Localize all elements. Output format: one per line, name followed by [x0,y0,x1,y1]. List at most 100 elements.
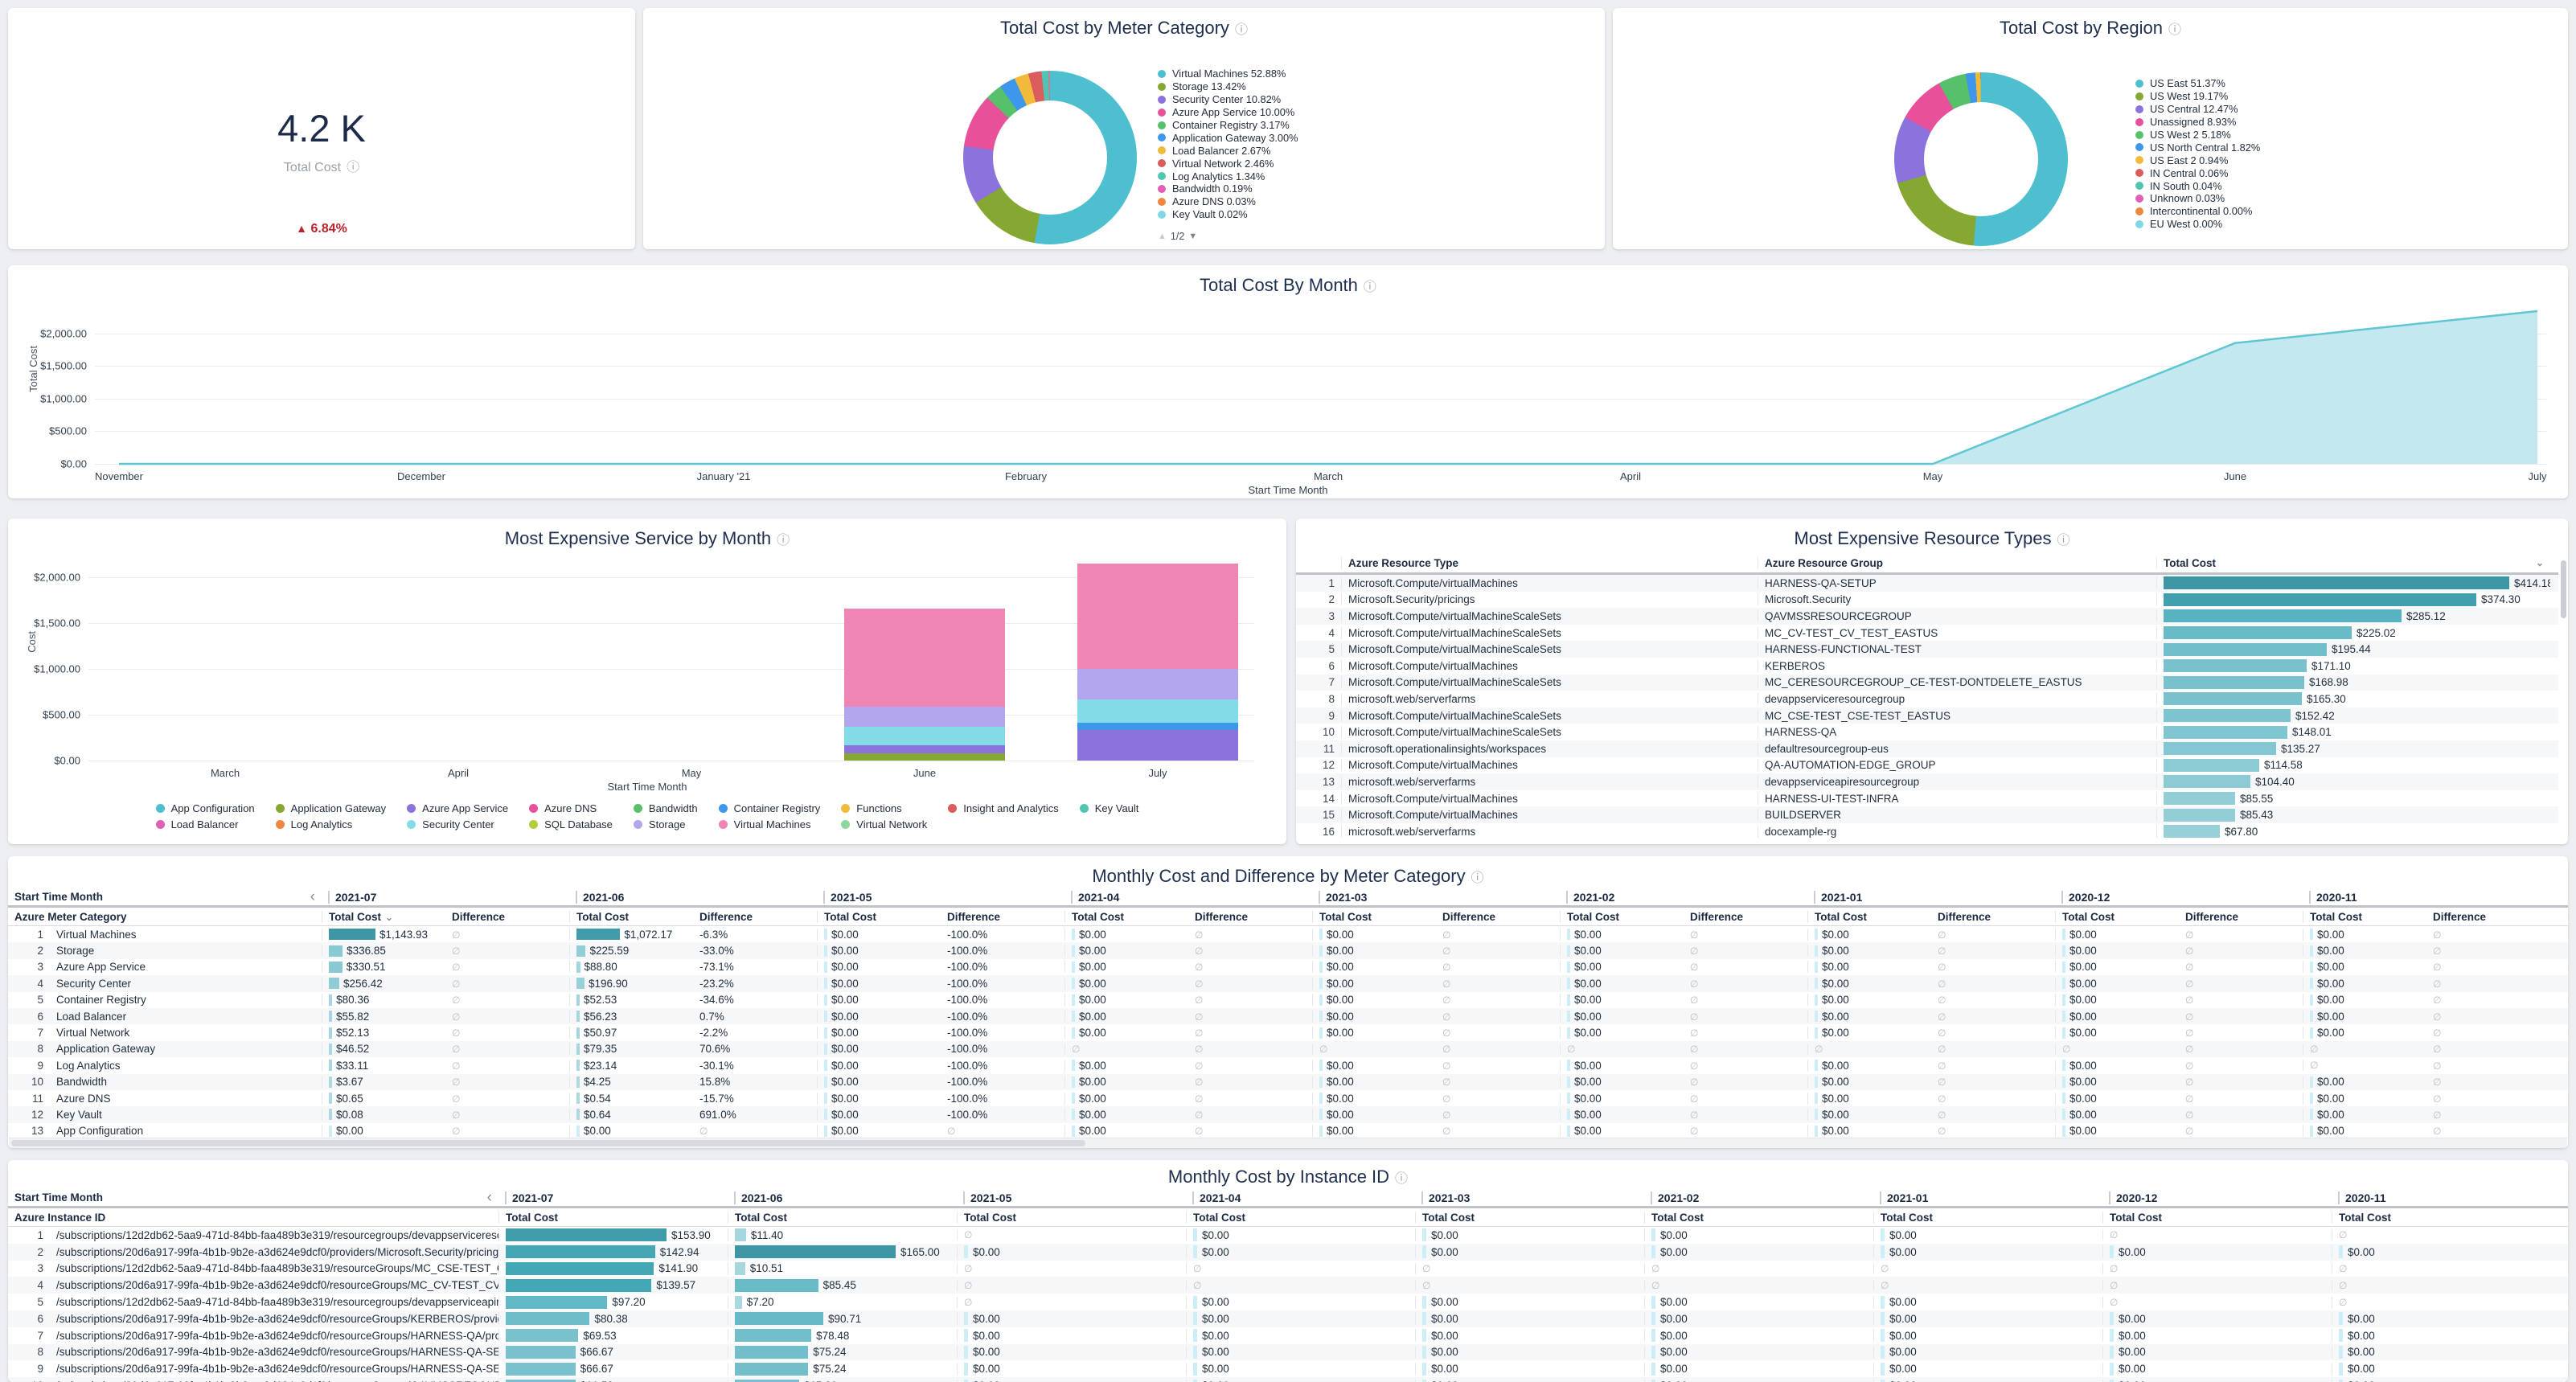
col-header-resource-group[interactable]: Azure Resource Group [1758,557,2156,569]
legend-item[interactable]: US North Central 1.82% [2135,141,2260,154]
legend-item[interactable]: Bandwidth [634,802,698,814]
stacked-bar-july[interactable] [1077,564,1238,761]
sub-header-total-cost[interactable]: Total Cost [817,911,941,923]
legend-item[interactable]: Azure DNS [529,802,613,814]
table-row[interactable]: 16microsoft.web/serverfarmsdocexample-rg… [1296,823,2558,840]
table-row[interactable]: 8/subscriptions/20d6a917-99fa-4b1b-9b2e-… [8,1344,2568,1361]
sub-header-total-cost[interactable]: Total Cost [1415,1212,1644,1224]
sub-header-total-cost[interactable]: Total Cost [1644,1212,1873,1224]
table-row[interactable]: 7Microsoft.Compute/virtualMachineScaleSe… [1296,675,2558,691]
bar-segment[interactable] [844,745,1005,753]
month-header-2021-07[interactable]: 2021-07 [498,1191,728,1204]
table-row[interactable]: 1Virtual Machines$1,143.93∅$1,072.17-6.3… [8,926,2568,942]
sub-header-total-cost[interactable]: Total Cost [498,1212,728,1224]
region-donut[interactable] [1894,72,2068,246]
legend-item[interactable]: US West 19.17% [2135,90,2260,103]
sub-header-total-cost[interactable]: Total Cost [1312,911,1436,923]
table-row[interactable]: 12Key Vault$0.08∅$0.64691.0%$0.00-100.0%… [8,1106,2568,1122]
info-icon[interactable]: ⓘ [777,534,790,547]
table-row[interactable]: 5Container Registry$80.36∅$52.53-34.6%$0… [8,992,2568,1008]
legend-item[interactable]: Functions [841,802,927,814]
legend-item[interactable]: Intercontinental 0.00% [2135,205,2260,218]
month-header-2021-02[interactable]: 2021-02 [1644,1191,1873,1204]
legend-item[interactable]: Virtual Machines [719,818,821,830]
sub-header-total-cost[interactable]: Total Cost [728,1212,957,1224]
info-icon[interactable]: ⓘ [2057,534,2069,547]
sub-header-difference[interactable]: Difference [941,911,1064,923]
legend-item[interactable]: Container Registry 3.17% [1158,119,1298,132]
legend-item[interactable]: SQL Database [529,818,613,830]
sub-header-difference[interactable]: Difference [445,911,569,923]
row-header-label[interactable]: Azure Instance ID [8,1212,498,1224]
sub-header-difference[interactable]: Difference [1188,911,1312,923]
legend-item[interactable]: Insight and Analytics [948,802,1059,814]
table-row[interactable]: 10Microsoft.Compute/virtualMachineScaleS… [1296,724,2558,740]
legend-item[interactable]: Log Analytics [276,818,387,830]
sub-header-total-cost[interactable]: Total Cost [957,1212,1186,1224]
table-row[interactable]: 9Microsoft.Compute/virtualMachineScaleSe… [1296,707,2558,724]
month-header-2021-05[interactable]: 2021-05 [817,891,1064,904]
table-row[interactable]: 6/subscriptions/20d6a917-99fa-4b1b-9b2e-… [8,1310,2568,1327]
stacked-bar-plot[interactable]: $0.00$500.00$1,000.00$1,500.00$2,000.00M… [88,559,1254,761]
month-header-2021-06[interactable]: 2021-06 [728,1191,957,1204]
sub-header-total-cost[interactable]: Total Cost [1873,1212,2102,1224]
meter-category-donut[interactable] [963,71,1137,244]
area-chart-plot[interactable]: $0.00$500.00$1,000.00$1,500.00$2,000.00N… [95,311,2547,464]
chevron-down-icon[interactable]: ⌄ [2536,557,2544,568]
sub-header-difference[interactable]: Difference [2179,911,2303,923]
table-row[interactable]: 6Microsoft.Compute/virtualMachinesKERBER… [1296,658,2558,675]
horizontal-scrollbar[interactable] [9,1138,2567,1148]
table-row[interactable]: 2Microsoft.Security/pricingsMicrosoft.Se… [1296,592,2558,609]
legend-item[interactable]: US East 2 0.94% [2135,154,2260,166]
legend-item[interactable]: Application Gateway 3.00% [1158,131,1298,144]
col-header-total-cost[interactable]: Total Cost⌄ [2156,557,2550,569]
month-header-2020-12[interactable]: 2020-12 [2102,1191,2332,1204]
info-icon[interactable]: ⓘ [1395,1172,1408,1186]
table-row[interactable]: 9/subscriptions/20d6a917-99fa-4b1b-9b2e-… [8,1360,2568,1377]
table-row[interactable]: 10Bandwidth$3.67∅$4.2515.8%$0.00-100.0%$… [8,1074,2568,1090]
pager-down-icon[interactable]: ▼ [1188,232,1197,241]
sub-header-total-cost[interactable]: Total Cost [569,911,693,923]
legend-item[interactable]: Bandwidth 0.19% [1158,182,1298,195]
table-row[interactable]: 12Microsoft.Compute/virtualMachinesQA-AU… [1296,757,2558,774]
legend-item[interactable]: Unknown 0.03% [2135,192,2260,205]
table-row[interactable]: 1/subscriptions/12d2db62-5aa9-471d-84bb-… [8,1227,2568,1244]
month-header-2020-12[interactable]: 2020-12 [2055,891,2303,904]
legend-item[interactable]: Security Center [407,818,508,830]
sub-header-total-cost[interactable]: Total Cost [1807,911,1931,923]
chevron-left-icon[interactable]: ‹ [487,1189,492,1207]
month-header-2020-11[interactable]: 2020-11 [2303,891,2550,904]
month-header-2021-01[interactable]: 2021-01 [1807,891,2055,904]
legend-item[interactable]: US East 51.37% [2135,77,2260,90]
legend-item[interactable]: Storage [634,818,698,830]
month-header-2021-03[interactable]: 2021-03 [1312,891,1560,904]
row-header-label[interactable]: Azure Meter Category [8,911,322,923]
sub-header-total-cost[interactable]: Total Cost [2102,1212,2332,1224]
legend-item[interactable]: Virtual Machines 52.88% [1158,68,1298,80]
vertical-scrollbar[interactable] [2561,554,2566,841]
legend-item[interactable]: Storage 13.42% [1158,80,1298,93]
bar-segment[interactable] [1077,723,1238,730]
month-header-2020-11[interactable]: 2020-11 [2332,1191,2561,1204]
legend-item[interactable]: Virtual Network 2.46% [1158,157,1298,170]
legend-item[interactable]: Load Balancer [156,818,255,830]
legend-item[interactable]: Key Vault [1080,802,1139,814]
legend-item[interactable]: Application Gateway [276,802,387,814]
bar-segment[interactable] [1077,730,1238,761]
table-row[interactable]: 13microsoft.web/serverfarmsdevappservice… [1296,773,2558,790]
legend-item[interactable]: EU West 0.00% [2135,218,2260,231]
table-row[interactable]: 11microsoft.operationalinsights/workspac… [1296,740,2558,757]
legend-item[interactable]: Azure DNS 0.03% [1158,195,1298,208]
col-header-resource-type[interactable]: Azure Resource Type [1341,557,1758,569]
legend-item[interactable]: Unassigned 8.93% [2135,116,2260,129]
table-row[interactable]: 3Microsoft.Compute/virtualMachineScaleSe… [1296,608,2558,625]
table-row[interactable]: 8microsoft.web/serverfarmsdevappservicer… [1296,691,2558,707]
sub-header-total-cost[interactable]: Total Cost [2303,911,2426,923]
month-header-2021-02[interactable]: 2021-02 [1560,891,1807,904]
sub-header-difference[interactable]: Difference [693,911,817,923]
legend-pager[interactable]: ▲1/2▼ [1158,231,1298,242]
table-row[interactable]: 4Microsoft.Compute/virtualMachineScaleSe… [1296,625,2558,642]
sub-header-total-cost[interactable]: Total Cost [2055,911,2179,923]
table-row[interactable]: 9Log Analytics$33.11∅$23.14-30.1%$0.00-1… [8,1057,2568,1073]
legend-item[interactable]: US West 2 5.18% [2135,129,2260,141]
